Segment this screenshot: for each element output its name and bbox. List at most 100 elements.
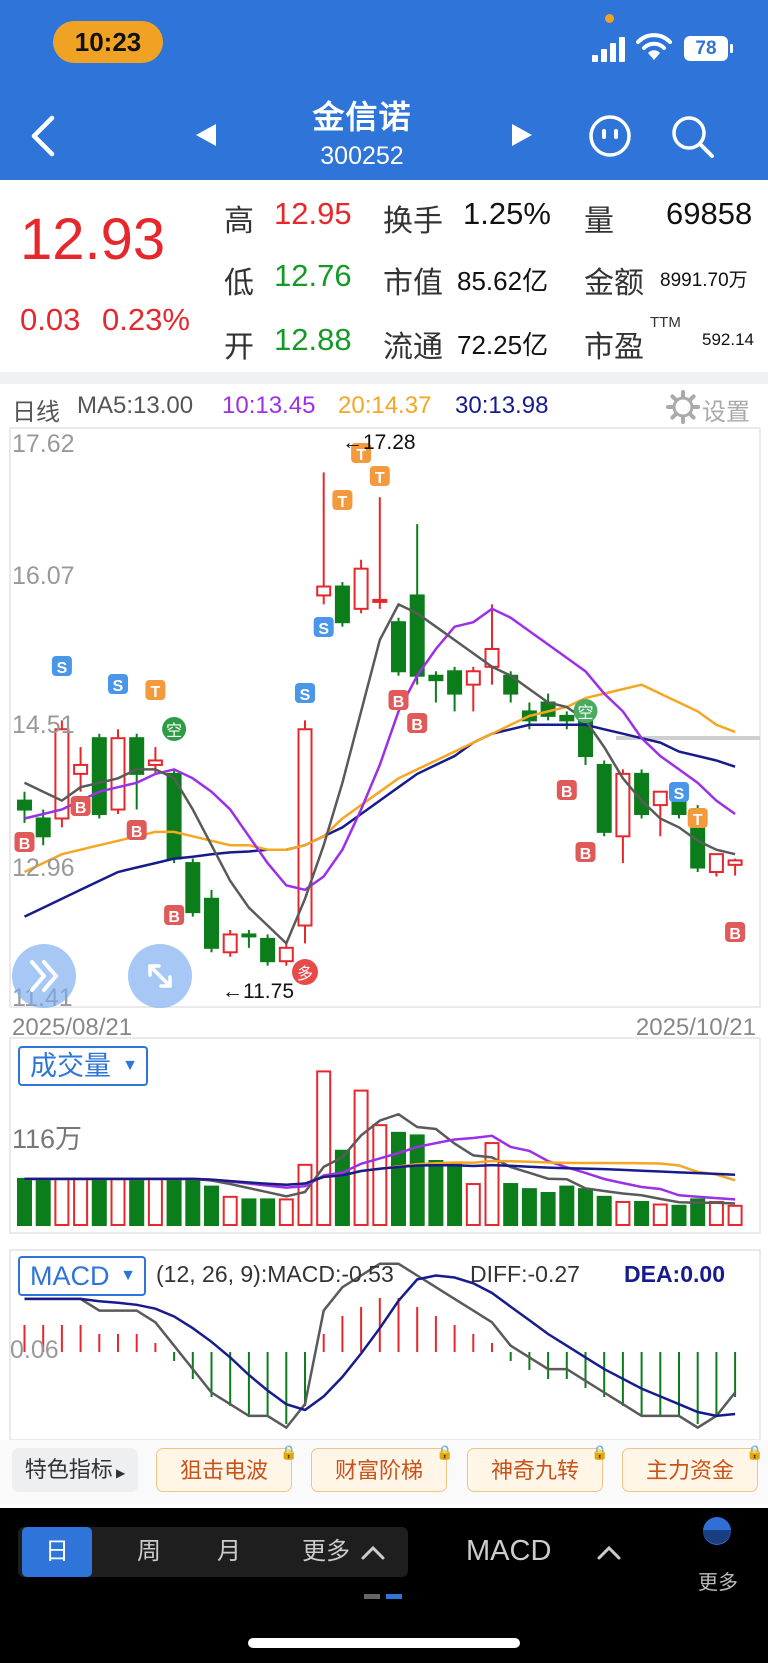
short-signal-text: 空 — [577, 704, 593, 722]
volume-bar — [129, 1177, 145, 1227]
candle-body — [278, 946, 294, 963]
volume-bar — [73, 1177, 89, 1227]
buy-signal-text: B — [168, 909, 180, 926]
lock-icon: 🔒 — [280, 1444, 298, 1460]
take-signal-text: T — [693, 812, 703, 829]
volume-bar — [540, 1192, 556, 1226]
chart-area[interactable]: BBBBBBBBBSSSSSTTTTT空空多 17.62 16.07 14.51… — [0, 0, 768, 1440]
tab-week[interactable]: 周 — [114, 1527, 184, 1577]
sell-signal-text: S — [318, 621, 329, 638]
volume-bar — [484, 1142, 500, 1226]
candle-body — [73, 763, 89, 775]
buy-signal-text: B — [393, 694, 405, 711]
tab-day[interactable]: 日 — [22, 1527, 92, 1577]
candle-body — [447, 670, 463, 695]
volume-bar — [316, 1070, 332, 1227]
date-start: 2025/08/21 — [12, 1014, 132, 1041]
candle-body — [147, 759, 163, 766]
fullscreen-button[interactable] — [128, 944, 192, 1008]
buy-signal-text: B — [19, 836, 31, 853]
y-tick-label: 16.07 — [12, 562, 75, 590]
volume-bar — [166, 1177, 182, 1227]
more-label[interactable]: 更多 — [698, 1566, 738, 1595]
volume-bar — [147, 1177, 163, 1227]
candle-body — [465, 670, 481, 686]
short-signal-text: 空 — [166, 722, 182, 740]
candle-body — [372, 598, 388, 603]
candle-body — [428, 674, 444, 682]
candle-body — [185, 862, 201, 914]
volume-bar — [334, 1149, 350, 1227]
candle-body — [241, 933, 257, 938]
chevron-up-icon[interactable] — [360, 1543, 386, 1561]
volume-bar — [278, 1198, 294, 1227]
buy-signal-text: B — [131, 824, 143, 841]
volume-bar — [204, 1185, 219, 1226]
candle-body — [91, 737, 107, 816]
sell-signal-text: S — [300, 687, 311, 704]
macd-diff: DIFF:-0.27 — [470, 1261, 580, 1287]
volume-bar — [465, 1183, 481, 1227]
expand-panel-button[interactable] — [12, 944, 76, 1008]
volume-bar — [297, 1163, 313, 1226]
high-marker-label: ←17.28 — [342, 431, 416, 454]
tab-more[interactable]: 更多 — [286, 1527, 366, 1577]
volume-bar — [578, 1188, 593, 1227]
y-tick-label: 12.96 — [12, 854, 75, 882]
volume-bar — [241, 1198, 257, 1227]
volume-bar — [17, 1177, 32, 1227]
page-indicator — [364, 1594, 380, 1599]
sell-signal-text: S — [674, 786, 685, 803]
feature-item[interactable]: 神奇九转 — [467, 1448, 603, 1492]
period-tabs: 日 周 月 更多 — [18, 1527, 408, 1577]
volume-bar — [596, 1195, 612, 1226]
volume-bar — [428, 1160, 444, 1226]
volume-y-label: 116万 — [12, 1124, 82, 1154]
candle-body — [316, 585, 332, 597]
feature-item[interactable]: 财富阶梯 — [311, 1448, 447, 1492]
volume-bar — [671, 1204, 687, 1227]
y-tick-label: 14.51 — [12, 711, 75, 739]
volume-bar — [35, 1177, 51, 1227]
stock-detail-screen: 10:23 78 金信诺 300252 12.93 0.03 0.23% 高 1… — [0, 0, 768, 1663]
candle-body — [727, 859, 743, 866]
buy-signal-text: B — [411, 717, 423, 734]
candle-body — [204, 897, 219, 949]
volume-indicator-select[interactable]: 成交量 ▼ — [18, 1046, 148, 1086]
take-signal-text: T — [338, 494, 348, 511]
long-signal-text: 多 — [297, 965, 313, 983]
feature-indicators-button[interactable]: 特色指标 ▶ — [12, 1448, 138, 1492]
feature-item[interactable]: 主力资金 — [622, 1448, 758, 1492]
candle-body — [334, 585, 350, 624]
fullscreen-icon — [148, 964, 172, 988]
double-chevron-right-icon — [30, 960, 58, 992]
feature-item[interactable]: 狙击电波 — [156, 1448, 292, 1492]
sell-signal-text: S — [113, 678, 124, 695]
candle-body — [17, 799, 32, 811]
lock-icon: 🔒 — [591, 1444, 609, 1460]
volume-bar — [222, 1195, 238, 1226]
volume-bar — [521, 1188, 537, 1227]
take-signal-text: T — [375, 470, 385, 487]
volume-bar — [110, 1177, 126, 1227]
take-signal-text: T — [151, 684, 161, 701]
volume-bar — [260, 1198, 276, 1227]
macd-dea: DEA:0.00 — [624, 1261, 725, 1287]
volume-bar — [372, 1124, 388, 1227]
home-indicator — [248, 1638, 520, 1648]
bottom-indicator-label[interactable]: MACD — [466, 1535, 551, 1568]
macd-indicator-select[interactable]: MACD ▼ — [18, 1256, 146, 1296]
volume-bar — [708, 1200, 724, 1226]
candle-body — [596, 763, 612, 833]
buy-signal-text: B — [729, 926, 741, 943]
chevron-up-icon[interactable] — [596, 1543, 622, 1561]
volume-bar — [391, 1131, 406, 1226]
page-indicator-active — [386, 1594, 402, 1599]
macd-indicator-label: MACD — [30, 1261, 110, 1291]
volume-bar — [353, 1089, 369, 1226]
volume-bar — [185, 1177, 201, 1227]
candle-body — [708, 853, 724, 873]
sell-signal-text: S — [57, 660, 68, 677]
lock-icon: 🔒 — [746, 1444, 764, 1460]
tab-month[interactable]: 月 — [194, 1527, 264, 1577]
